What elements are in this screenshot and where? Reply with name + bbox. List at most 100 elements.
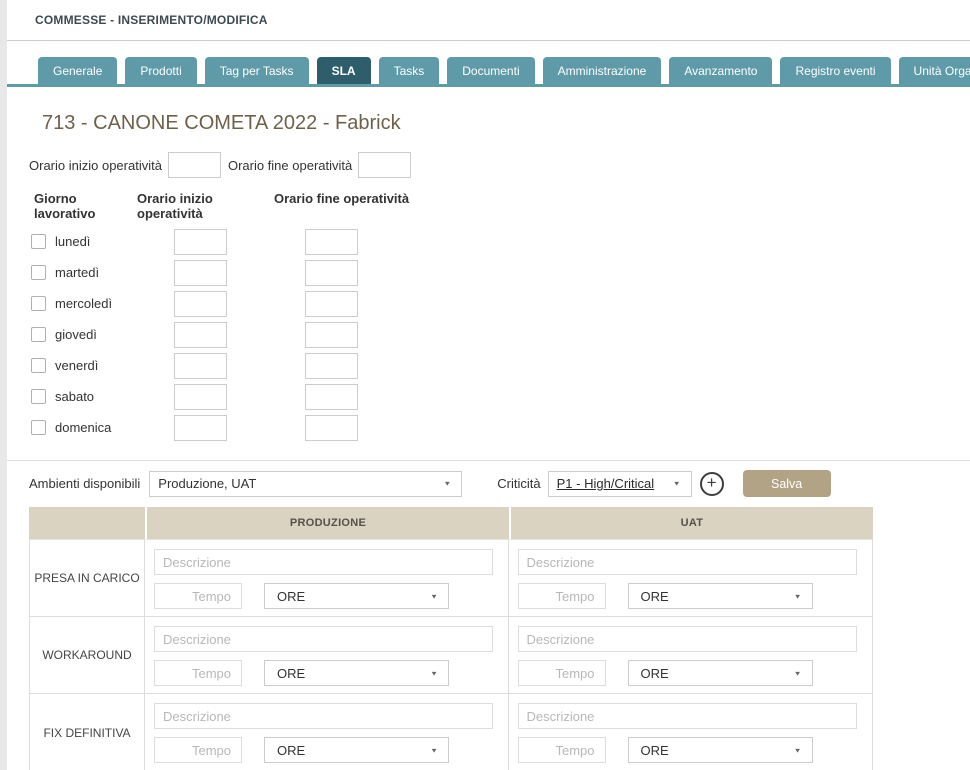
weekday-checkbox[interactable] xyxy=(31,358,46,373)
hours-start-input[interactable] xyxy=(168,152,221,178)
weekday-start-input[interactable] xyxy=(174,291,227,317)
sla-descrizione-input[interactable] xyxy=(154,549,493,575)
ambienti-select-value: Produzione, UAT xyxy=(158,476,256,491)
sla-descrizione-input[interactable] xyxy=(518,703,858,729)
weekday-checkbox[interactable] xyxy=(31,420,46,435)
tab-registro-eventi[interactable]: Registro eventi xyxy=(780,57,890,84)
weekday-label: domenica xyxy=(55,420,111,435)
criticita-select-value: P1 - High/Critical xyxy=(557,476,655,491)
chevron-down-icon: ▼ xyxy=(430,669,438,676)
tab-tasks[interactable]: Tasks xyxy=(379,57,440,84)
ambienti-select[interactable]: Produzione, UAT ▼ xyxy=(149,471,462,497)
tab-documenti[interactable]: Documenti xyxy=(447,57,534,84)
hours-end-input[interactable] xyxy=(358,152,411,178)
weekday-checkbox[interactable] xyxy=(31,296,46,311)
weekday-row: giovedì xyxy=(29,319,970,350)
chevron-down-icon: ▼ xyxy=(673,480,681,487)
plus-circle-icon: + xyxy=(707,474,717,491)
sla-row-label: WORKAROUND xyxy=(30,617,145,693)
sla-unit-select[interactable]: ORE ▼ xyxy=(628,660,813,686)
criticita-select[interactable]: P1 - High/Critical ▼ xyxy=(548,471,692,497)
weekday-start-input[interactable] xyxy=(174,260,227,286)
sla-unit-value: ORE xyxy=(641,589,669,604)
sla-descrizione-input[interactable] xyxy=(518,549,858,575)
weekday-table-header: Giorno lavorativo Orario inizio operativ… xyxy=(29,191,970,221)
weekday-end-input[interactable] xyxy=(305,415,358,441)
weekday-label: mercoledì xyxy=(55,296,112,311)
sla-cell-uat: ORE ▼ xyxy=(509,540,873,616)
weekday-checkbox[interactable] xyxy=(31,327,46,342)
environment-row: Ambienti disponibili Produzione, UAT ▼ C… xyxy=(7,470,970,497)
sla-table-header: PRODUZIONE UAT xyxy=(29,507,873,539)
weekday-checkbox[interactable] xyxy=(31,265,46,280)
sla-tempo-input[interactable] xyxy=(518,583,606,609)
sla-unit-value: ORE xyxy=(277,589,305,604)
weekday-start-input[interactable] xyxy=(174,415,227,441)
sla-tempo-input[interactable] xyxy=(518,737,606,763)
hours-start-label: Orario inizio operatività xyxy=(29,158,162,173)
sla-unit-select[interactable]: ORE ▼ xyxy=(264,737,449,763)
weekday-end-input[interactable] xyxy=(305,291,358,317)
chevron-down-icon: ▼ xyxy=(794,746,802,753)
sla-descrizione-input[interactable] xyxy=(518,626,858,652)
tab-bar: Generale Prodotti Tag per Tasks SLA Task… xyxy=(7,57,970,87)
weekday-start-input[interactable] xyxy=(174,384,227,410)
weekday-checkbox[interactable] xyxy=(31,389,46,404)
add-criticita-button[interactable]: + xyxy=(700,472,724,496)
weekday-header-end: Orario fine operatività xyxy=(274,191,411,221)
weekday-checkbox[interactable] xyxy=(31,234,46,249)
weekday-end-input[interactable] xyxy=(305,353,358,379)
sla-cell-produzione: ORE ▼ xyxy=(145,617,509,693)
sla-unit-select[interactable]: ORE ▼ xyxy=(264,660,449,686)
sla-unit-select[interactable]: ORE ▼ xyxy=(628,737,813,763)
left-edge-strip xyxy=(0,0,7,770)
tab-avanzamento[interactable]: Avanzamento xyxy=(669,57,772,84)
weekday-end-input[interactable] xyxy=(305,322,358,348)
table-row: FIX DEFINITIVA ORE ▼ xyxy=(30,694,872,770)
sla-unit-select[interactable]: ORE ▼ xyxy=(628,583,813,609)
page-title: 713 - CANONE COMETA 2022 - Fabrick xyxy=(42,112,970,135)
section-divider xyxy=(7,460,970,461)
weekday-start-input[interactable] xyxy=(174,322,227,348)
tab-generale[interactable]: Generale xyxy=(38,57,117,84)
weekday-start-input[interactable] xyxy=(174,229,227,255)
save-button[interactable]: Salva xyxy=(743,470,831,497)
sla-table: PRODUZIONE UAT PRESA IN CARICO ORE ▼ xyxy=(29,507,873,770)
sla-unit-select[interactable]: ORE ▼ xyxy=(264,583,449,609)
app-header: COMMESSE - INSERIMENTO/MODIFICA xyxy=(7,0,970,41)
sla-descrizione-input[interactable] xyxy=(154,703,493,729)
weekday-end-input[interactable] xyxy=(305,384,358,410)
chevron-down-icon: ▼ xyxy=(430,746,438,753)
sla-tempo-input[interactable] xyxy=(518,660,606,686)
weekday-end-input[interactable] xyxy=(305,260,358,286)
tab-amministrazione[interactable]: Amministrazione xyxy=(543,57,662,84)
chevron-down-icon: ▼ xyxy=(443,480,451,487)
sla-row-label: FIX DEFINITIVA xyxy=(30,694,145,770)
sla-descrizione-input[interactable] xyxy=(154,626,493,652)
operating-hours-row: Orario inizio operatività Orario fine op… xyxy=(29,152,970,178)
weekday-row: lunedì xyxy=(29,226,970,257)
sla-row-label: PRESA IN CARICO xyxy=(30,540,145,616)
hours-end-label: Orario fine operatività xyxy=(228,158,352,173)
tab-tag-per-tasks[interactable]: Tag per Tasks xyxy=(205,57,309,84)
sla-unit-value: ORE xyxy=(277,666,305,681)
tab-sla[interactable]: SLA xyxy=(317,57,371,84)
weekday-start-input[interactable] xyxy=(174,353,227,379)
sla-tempo-input[interactable] xyxy=(154,737,242,763)
criticita-label: Criticità xyxy=(497,476,540,491)
weekday-row: mercoledì xyxy=(29,288,970,319)
app-header-title: COMMESSE - INSERIMENTO/MODIFICA xyxy=(35,13,268,27)
sla-header-spacer xyxy=(29,507,145,539)
weekday-end-input[interactable] xyxy=(305,229,358,255)
sla-tempo-input[interactable] xyxy=(154,583,242,609)
weekday-row: domenica xyxy=(29,412,970,443)
weekday-label: sabato xyxy=(55,389,94,404)
sla-unit-value: ORE xyxy=(641,743,669,758)
sla-cell-uat: ORE ▼ xyxy=(509,694,873,770)
table-row: WORKAROUND ORE ▼ xyxy=(30,617,872,694)
tab-unita-organizzative[interactable]: Unità Organizzative xyxy=(899,57,970,84)
tab-prodotti[interactable]: Prodotti xyxy=(125,57,196,84)
sla-tempo-input[interactable] xyxy=(154,660,242,686)
sla-table-body: PRESA IN CARICO ORE ▼ xyxy=(29,539,873,770)
chevron-down-icon: ▼ xyxy=(794,669,802,676)
